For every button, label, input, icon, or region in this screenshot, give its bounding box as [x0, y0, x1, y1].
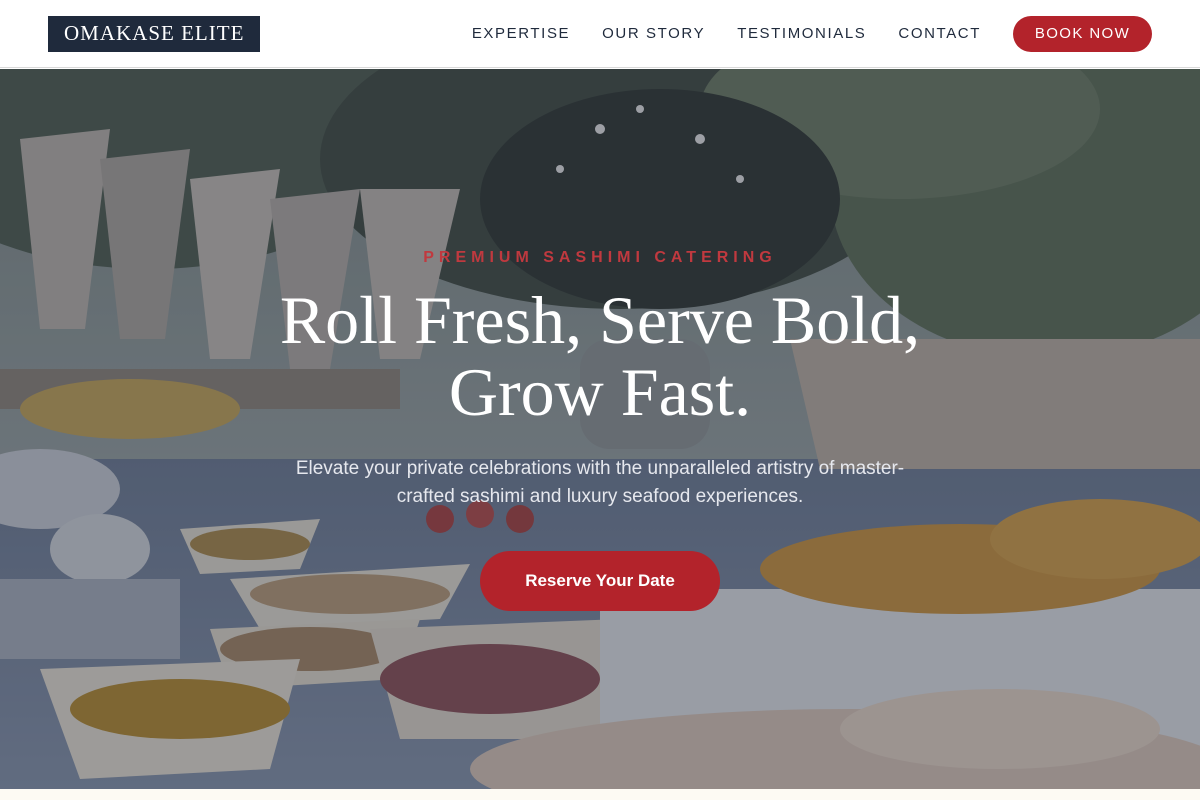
nav-link-contact[interactable]: CONTACT	[898, 25, 981, 42]
hero-content: PREMIUM SASHIMI CATERING Roll Fresh, Ser…	[0, 69, 1200, 789]
book-now-button[interactable]: BOOK NOW	[1013, 15, 1152, 52]
site-header: OMAKASE ELITE EXPERTISE OUR STORY TESTIM…	[0, 0, 1200, 68]
page-bottom-strip	[0, 789, 1200, 800]
hero-section: PREMIUM SASHIMI CATERING Roll Fresh, Ser…	[0, 69, 1200, 789]
nav-link-our-story[interactable]: OUR STORY	[602, 25, 705, 42]
main-nav: EXPERTISE OUR STORY TESTIMONIALS CONTACT	[472, 25, 981, 42]
hero-headline-line-2: Grow Fast.	[448, 354, 752, 430]
hero-eyebrow: PREMIUM SASHIMI CATERING	[423, 249, 777, 266]
hero-headline: Roll Fresh, Serve Bold, Grow Fast.	[200, 284, 1000, 428]
reserve-date-button[interactable]: Reserve Your Date	[480, 551, 720, 611]
hero-subtext: Elevate your private celebrations with t…	[295, 458, 905, 507]
nav-link-expertise[interactable]: EXPERTISE	[472, 25, 570, 42]
nav-link-testimonials[interactable]: TESTIMONIALS	[737, 25, 866, 42]
brand-logo[interactable]: OMAKASE ELITE	[48, 15, 261, 52]
hero-headline-line-1: Roll Fresh, Serve Bold,	[279, 282, 921, 358]
